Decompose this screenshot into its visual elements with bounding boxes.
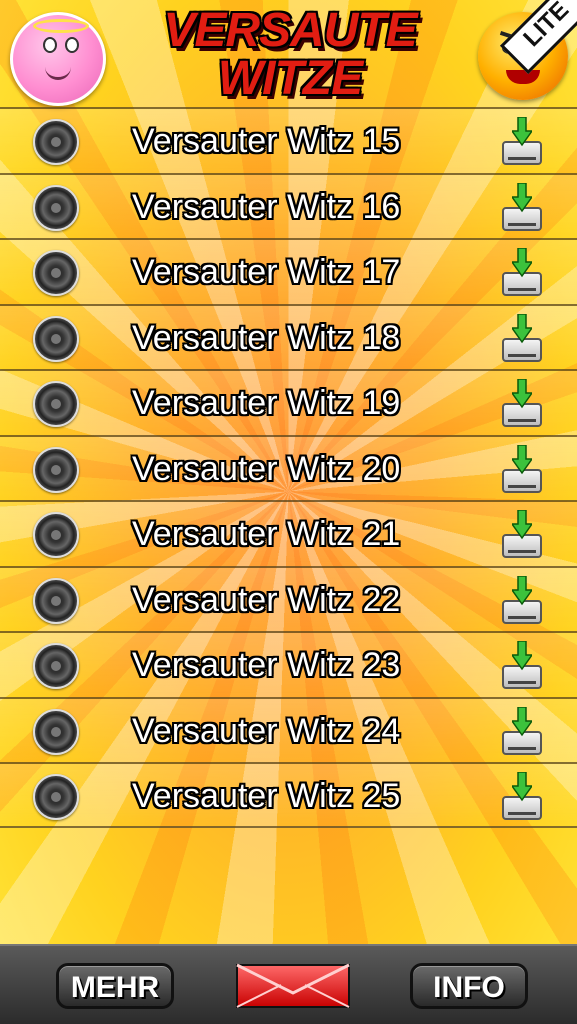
logo-line-1: VERSAUTE <box>163 4 417 57</box>
list-item[interactable]: Versauter Witz 22 <box>0 565 577 631</box>
app-screen: VERSAUTE WITZE LITE Versauter Witz 15 Ver… <box>0 0 577 1024</box>
list-item[interactable]: Versauter Witz 24 <box>0 696 577 762</box>
speaker-icon[interactable] <box>33 512 79 558</box>
download-drive-icon[interactable] <box>502 379 542 429</box>
list-item-label[interactable]: Versauter Witz 24 <box>132 712 400 751</box>
list-item[interactable]: Versauter Witz 17 <box>0 238 577 304</box>
list-item-label[interactable]: Versauter Witz 19 <box>132 384 400 423</box>
list-item[interactable]: Versauter Witz 18 <box>0 303 577 369</box>
app-logo: VERSAUTE WITZE <box>150 6 430 106</box>
list-item[interactable]: Versauter Witz 21 <box>0 500 577 566</box>
speaker-icon[interactable] <box>33 184 79 231</box>
list-item[interactable]: Versauter Witz 25 <box>0 762 577 828</box>
download-drive-icon[interactable] <box>502 182 542 233</box>
list-item-label[interactable]: Versauter Witz 18 <box>132 319 400 358</box>
speaker-icon[interactable] <box>33 381 79 427</box>
download-drive-icon[interactable] <box>502 313 542 364</box>
download-drive-icon[interactable] <box>502 641 542 691</box>
list-item-label[interactable]: Versauter Witz 21 <box>132 515 400 554</box>
download-drive-icon[interactable] <box>502 575 542 626</box>
mehr-button[interactable]: MEHR <box>56 963 174 1009</box>
logo-line-2: WITZE <box>217 52 363 105</box>
list-item-label[interactable]: Versauter Witz 23 <box>132 646 400 685</box>
list-item-label[interactable]: Versauter Witz 20 <box>132 450 400 489</box>
list-item[interactable]: Versauter Witz 16 <box>0 172 577 238</box>
speaker-icon[interactable] <box>33 577 79 624</box>
download-drive-icon[interactable] <box>502 248 542 298</box>
download-drive-icon[interactable] <box>502 444 542 495</box>
speaker-icon[interactable] <box>33 119 79 165</box>
list-item[interactable]: Versauter Witz 19 <box>0 369 577 435</box>
halo-icon <box>33 19 89 33</box>
download-drive-icon[interactable] <box>502 510 542 560</box>
list-item[interactable]: Versauter Witz 23 <box>0 631 577 697</box>
list-item-label[interactable]: Versauter Witz 16 <box>132 188 400 227</box>
info-button[interactable]: INFO <box>410 963 528 1009</box>
speaker-icon[interactable] <box>33 708 79 755</box>
bottom-toolbar: MEHR INFO <box>0 944 577 1024</box>
speaker-icon[interactable] <box>33 250 79 296</box>
joke-list: Versauter Witz 15 Versauter Witz 16 Versau… <box>0 107 577 828</box>
download-drive-icon[interactable] <box>502 117 542 167</box>
angel-smiley-icon[interactable] <box>10 12 106 106</box>
speaker-icon[interactable] <box>33 774 79 820</box>
speaker-icon[interactable] <box>33 643 79 689</box>
speaker-icon[interactable] <box>33 315 79 362</box>
list-item[interactable]: Versauter Witz 20 <box>0 434 577 500</box>
speaker-icon[interactable] <box>33 446 79 493</box>
list-item[interactable]: Versauter Witz 15 <box>0 107 577 173</box>
list-item-label[interactable]: Versauter Witz 15 <box>132 122 400 161</box>
list-item-label[interactable]: Versauter Witz 17 <box>132 253 400 292</box>
list-item-label[interactable]: Versauter Witz 22 <box>132 581 400 620</box>
header: VERSAUTE WITZE LITE <box>0 0 577 108</box>
download-drive-icon[interactable] <box>502 706 542 757</box>
download-drive-icon[interactable] <box>502 772 542 822</box>
mail-envelope-icon[interactable] <box>235 963 351 1009</box>
list-item-label[interactable]: Versauter Witz 25 <box>132 777 400 816</box>
